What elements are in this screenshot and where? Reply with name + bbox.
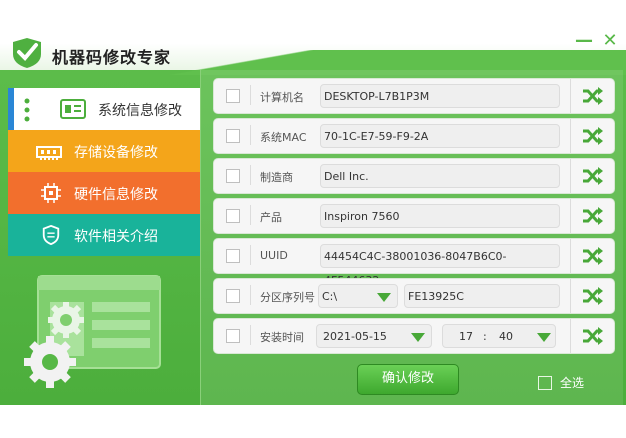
row-checkbox[interactable] — [226, 169, 240, 183]
shuffle-icon — [583, 87, 603, 105]
uuid-field[interactable]: 44454C4C-38001036-8047B6C0-4F544632 — [320, 244, 560, 287]
chip-icon — [41, 183, 61, 203]
chevron-down-icon — [537, 333, 551, 342]
uuid-row: UUID 44454C4C-38001036-8047B6C0-4F544632 — [213, 238, 615, 287]
product-row: 产品 Inspiron 7560 — [213, 198, 615, 234]
time-separator: : — [483, 330, 487, 343]
sidebar-item-label: 系统信息修改 — [98, 103, 182, 119]
gear-icon — [48, 302, 84, 338]
install-time-picker[interactable]: 17 : 40 — [442, 324, 556, 348]
install-date-value: 2021-05-15 — [323, 330, 387, 343]
randomize-button[interactable] — [570, 79, 615, 113]
install-time-row: 安装时间 2021-05-15 17 : 40 — [213, 318, 615, 354]
app-window: 机器码修改专家 — ✕ 系统信息修改 存储设备修改 — [0, 0, 626, 405]
sidebar-item-label: 软件相关介绍 — [74, 229, 158, 245]
shuffle-icon — [583, 327, 603, 345]
row-checkbox[interactable] — [226, 209, 240, 223]
sidebar-item-hardware[interactable]: 硬件信息修改 — [8, 172, 200, 214]
randomize-button[interactable] — [570, 119, 615, 153]
shuffle-icon — [583, 167, 603, 185]
select-all-checkbox[interactable]: 全选 — [538, 374, 584, 391]
partition-serial-row: 分区序列号 C:\ FE13925C — [213, 278, 615, 314]
shuffle-icon — [583, 247, 603, 265]
hour-value[interactable]: 17 — [459, 325, 473, 349]
mac-row: 系统MAC 70-1C-E7-59-F9-2A — [213, 118, 615, 154]
shuffle-icon — [583, 127, 603, 145]
row-checkbox[interactable] — [226, 129, 240, 143]
manufacturer-row: 制造商 Dell Inc. — [213, 158, 615, 194]
shuffle-icon — [583, 207, 603, 225]
dots-icon — [24, 98, 30, 122]
confirm-button[interactable]: 确认修改 — [357, 364, 459, 395]
row-checkbox[interactable] — [226, 89, 240, 103]
memory-icon — [36, 146, 62, 160]
field-label: UUID — [250, 245, 288, 265]
row-checkbox[interactable] — [226, 329, 240, 343]
field-label: 系统MAC — [250, 125, 307, 145]
form-panel: 计算机名 DESKTOP-L7B1P3M 系统MAC 70-1C-E7-59-F… — [200, 70, 623, 405]
row-checkbox[interactable] — [226, 289, 240, 303]
shuffle-icon — [583, 287, 603, 305]
randomize-button[interactable] — [570, 319, 615, 353]
settings-illustration — [24, 275, 161, 388]
minute-value[interactable]: 40 — [499, 325, 513, 349]
row-checkbox[interactable] — [226, 249, 240, 263]
sidebar-item-about[interactable]: 软件相关介绍 — [8, 214, 200, 256]
minimize-button[interactable]: — — [575, 32, 593, 51]
randomize-button[interactable] — [570, 199, 615, 233]
computer-name-row: 计算机名 DESKTOP-L7B1P3M — [213, 78, 615, 114]
chevron-down-icon — [377, 293, 391, 302]
field-label: 安装时间 — [250, 325, 304, 345]
install-date-select[interactable]: 2021-05-15 — [316, 324, 432, 348]
sidebar-item-system-info[interactable]: 系统信息修改 — [8, 88, 200, 130]
sidebar-item-label: 硬件信息修改 — [74, 187, 158, 203]
drive-select[interactable]: C:\ — [318, 284, 398, 308]
computer-name-field[interactable]: DESKTOP-L7B1P3M — [320, 84, 560, 108]
randomize-button[interactable] — [570, 279, 615, 313]
manufacturer-field[interactable]: Dell Inc. — [320, 164, 560, 188]
field-label: 分区序列号 — [250, 285, 315, 305]
sidebar-item-storage[interactable]: 存储设备修改 — [8, 130, 200, 172]
chevron-down-icon — [411, 333, 425, 342]
checkbox-box[interactable] — [538, 375, 552, 390]
randomize-button[interactable] — [570, 159, 615, 193]
partition-serial-field[interactable]: FE13925C — [404, 284, 560, 308]
field-label: 计算机名 — [250, 85, 304, 105]
system-info-icon — [60, 99, 86, 119]
randomize-button[interactable] — [570, 239, 615, 273]
close-button[interactable]: ✕ — [601, 32, 619, 51]
field-label: 产品 — [250, 205, 282, 225]
select-all-label: 全选 — [560, 376, 585, 390]
sidebar-item-label: 存储设备修改 — [74, 145, 158, 161]
shield-icon — [42, 225, 60, 245]
mac-field[interactable]: 70-1C-E7-59-F9-2A — [320, 124, 560, 148]
drive-select-value: C:\ — [322, 290, 338, 303]
field-label: 制造商 — [250, 165, 293, 185]
product-field[interactable]: Inspiron 7560 — [320, 204, 560, 228]
